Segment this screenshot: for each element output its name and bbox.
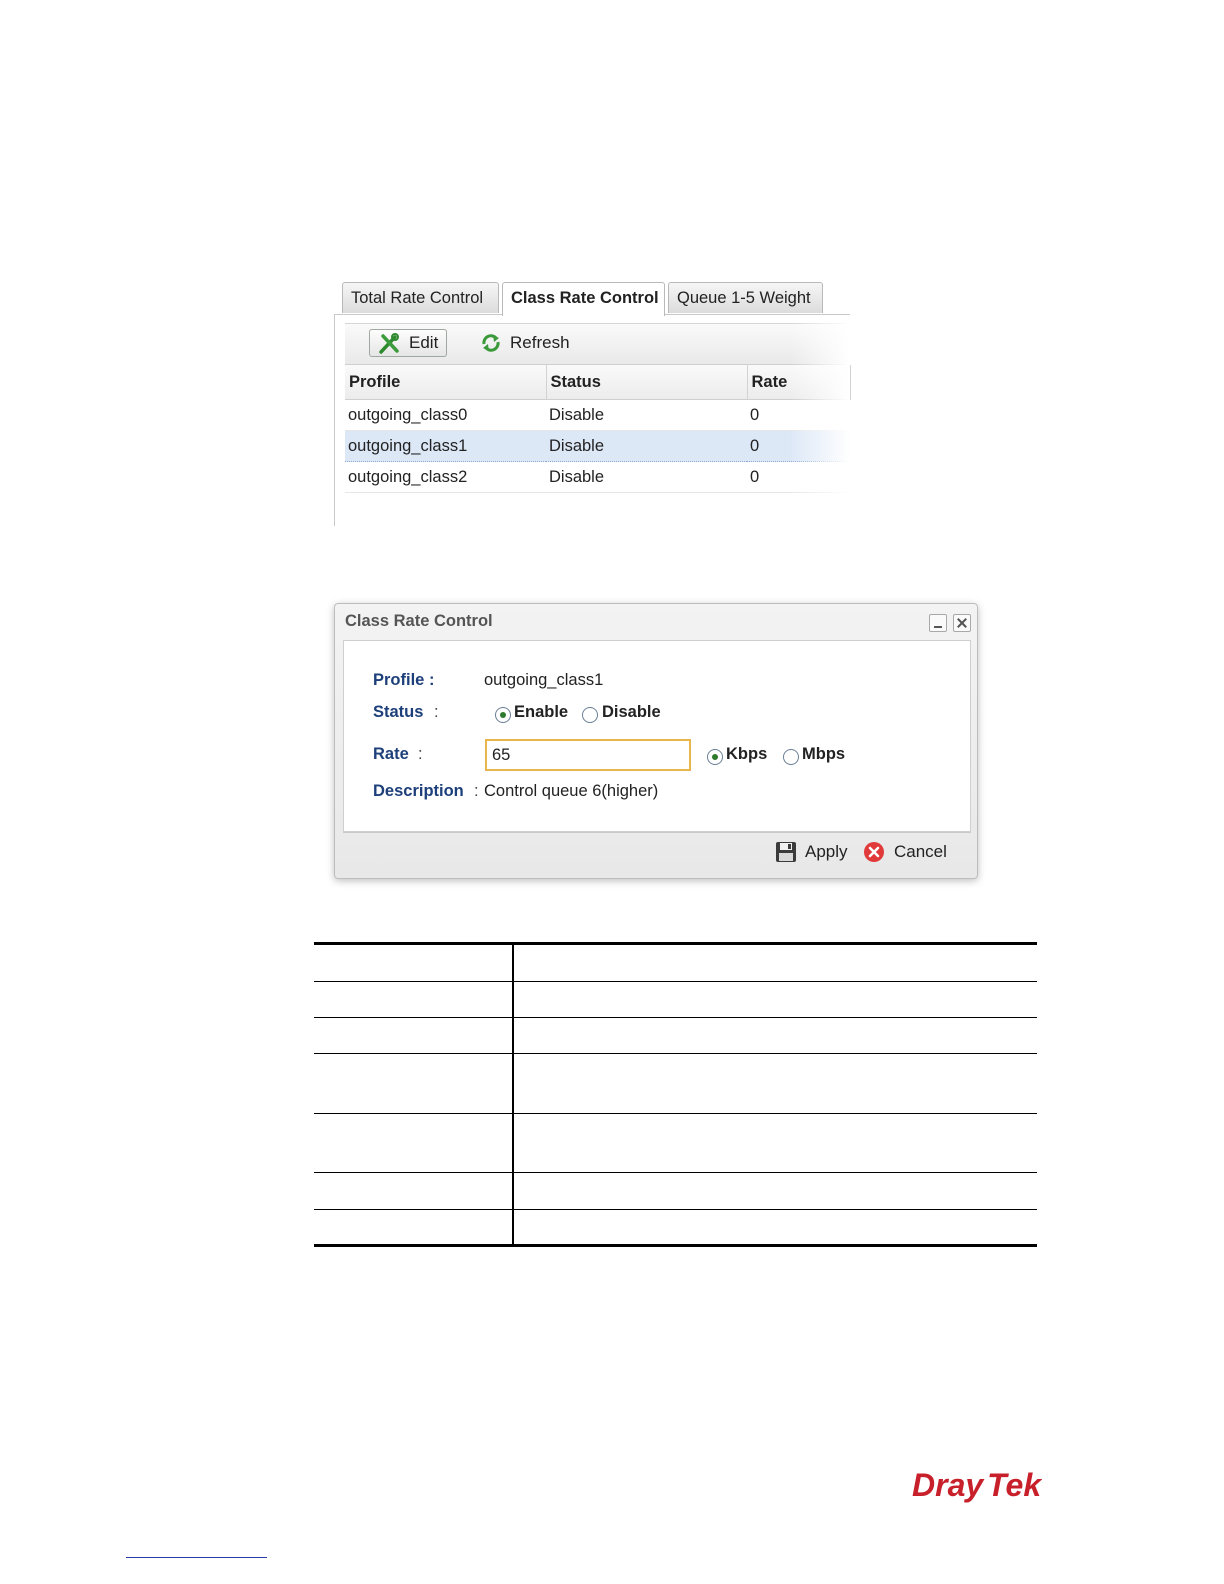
refresh-icon: [482, 334, 500, 352]
unit-mbps-radio[interactable]: [783, 749, 799, 765]
rate-input[interactable]: [485, 739, 691, 771]
edit-label: Edit: [409, 333, 439, 352]
table-rule-bottom: [314, 1244, 1037, 1247]
tab-total-rate-control[interactable]: Total Rate Control: [342, 282, 499, 313]
cell-status: Disable: [546, 399, 747, 431]
profile-value: outgoing_class1: [484, 671, 604, 689]
status-disable-radio[interactable]: [582, 707, 598, 723]
tab-queue-weight[interactable]: Queue 1-5 Weight: [668, 282, 823, 313]
table-rule-top: [314, 942, 1037, 945]
table-row[interactable]: outgoing_class1 Disable 0: [345, 430, 850, 462]
dialog-title: Class Rate Control: [345, 612, 493, 630]
unit-mbps-label[interactable]: Mbps: [802, 745, 845, 764]
unit-kbps-label[interactable]: Kbps: [726, 745, 767, 764]
edit-button[interactable]: Edit: [369, 329, 447, 357]
toolbar: Edit Refresh: [345, 323, 850, 365]
cancel-label: Cancel: [894, 842, 947, 861]
cell-profile: outgoing_class0: [345, 399, 546, 431]
profile-label: Profile :: [373, 671, 435, 689]
grid-fade-right: [790, 315, 850, 526]
class-rate-grid: Profile Status Rate outgoing_class0 Disa…: [345, 365, 851, 493]
tab-bar: Total Rate Control Class Rate Control Qu…: [342, 282, 826, 316]
cell-status: Disable: [546, 461, 747, 493]
tab-class-rate-control[interactable]: Class Rate Control: [502, 282, 665, 316]
refresh-label: Refresh: [510, 333, 570, 352]
table-rule: [314, 1172, 1037, 1173]
table-row[interactable]: outgoing_class2 Disable 0: [345, 461, 850, 493]
table-column-divider: [512, 942, 514, 1247]
draytek-logo: Dray Tek: [912, 1467, 1042, 1503]
apply-label: Apply: [805, 842, 848, 861]
status-disable-label[interactable]: Disable: [602, 703, 661, 722]
rate-label: Rate: [373, 745, 409, 763]
rate-control-panel: Total Rate Control Class Rate Control Qu…: [334, 280, 854, 526]
column-header-profile[interactable]: Profile: [345, 365, 547, 400]
svg-text:DrayTek: Dray Tek: [912, 1467, 1042, 1503]
grid-header-row: Profile Status Rate: [345, 365, 851, 400]
dialog-body: Profile : outgoing_class1 Status : Enabl…: [343, 640, 971, 832]
grid-fade-bottom: [335, 496, 850, 526]
description-value: Control queue 6(higher): [484, 782, 659, 800]
table-rule: [314, 1017, 1037, 1018]
table-rule: [314, 1209, 1037, 1210]
status-enable-label[interactable]: Enable: [514, 703, 568, 722]
save-disk-icon: [776, 842, 796, 862]
minimize-button[interactable]: [929, 614, 947, 632]
status-label: Status: [373, 703, 424, 721]
grid-frame: Edit Refresh Profile Status Rate outgoin…: [334, 314, 851, 526]
description-colon: :: [474, 782, 479, 800]
rate-colon: :: [418, 745, 423, 763]
status-enable-radio[interactable]: [495, 707, 511, 723]
description-label: Description: [373, 782, 464, 800]
cancel-icon: [864, 842, 884, 862]
cell-status: Disable: [546, 430, 747, 462]
class-rate-control-dialog: Class Rate Control Profile : outgoing_cl…: [334, 603, 978, 879]
edit-tools-icon: [379, 333, 399, 354]
cell-profile: outgoing_class1: [345, 430, 546, 462]
unit-kbps-radio[interactable]: [707, 749, 723, 765]
status-colon: :: [434, 703, 439, 721]
dialog-footer: Apply Cancel: [343, 832, 971, 873]
footer-link-line: [126, 1557, 267, 1558]
table-rule: [314, 981, 1037, 982]
description-table: [314, 942, 1037, 1247]
close-button[interactable]: [953, 614, 971, 632]
table-rule: [314, 1053, 1037, 1054]
cell-profile: outgoing_class2: [345, 461, 546, 493]
table-rule: [314, 1113, 1037, 1114]
column-header-status[interactable]: Status: [546, 365, 748, 400]
table-row[interactable]: outgoing_class0 Disable 0: [345, 399, 850, 431]
